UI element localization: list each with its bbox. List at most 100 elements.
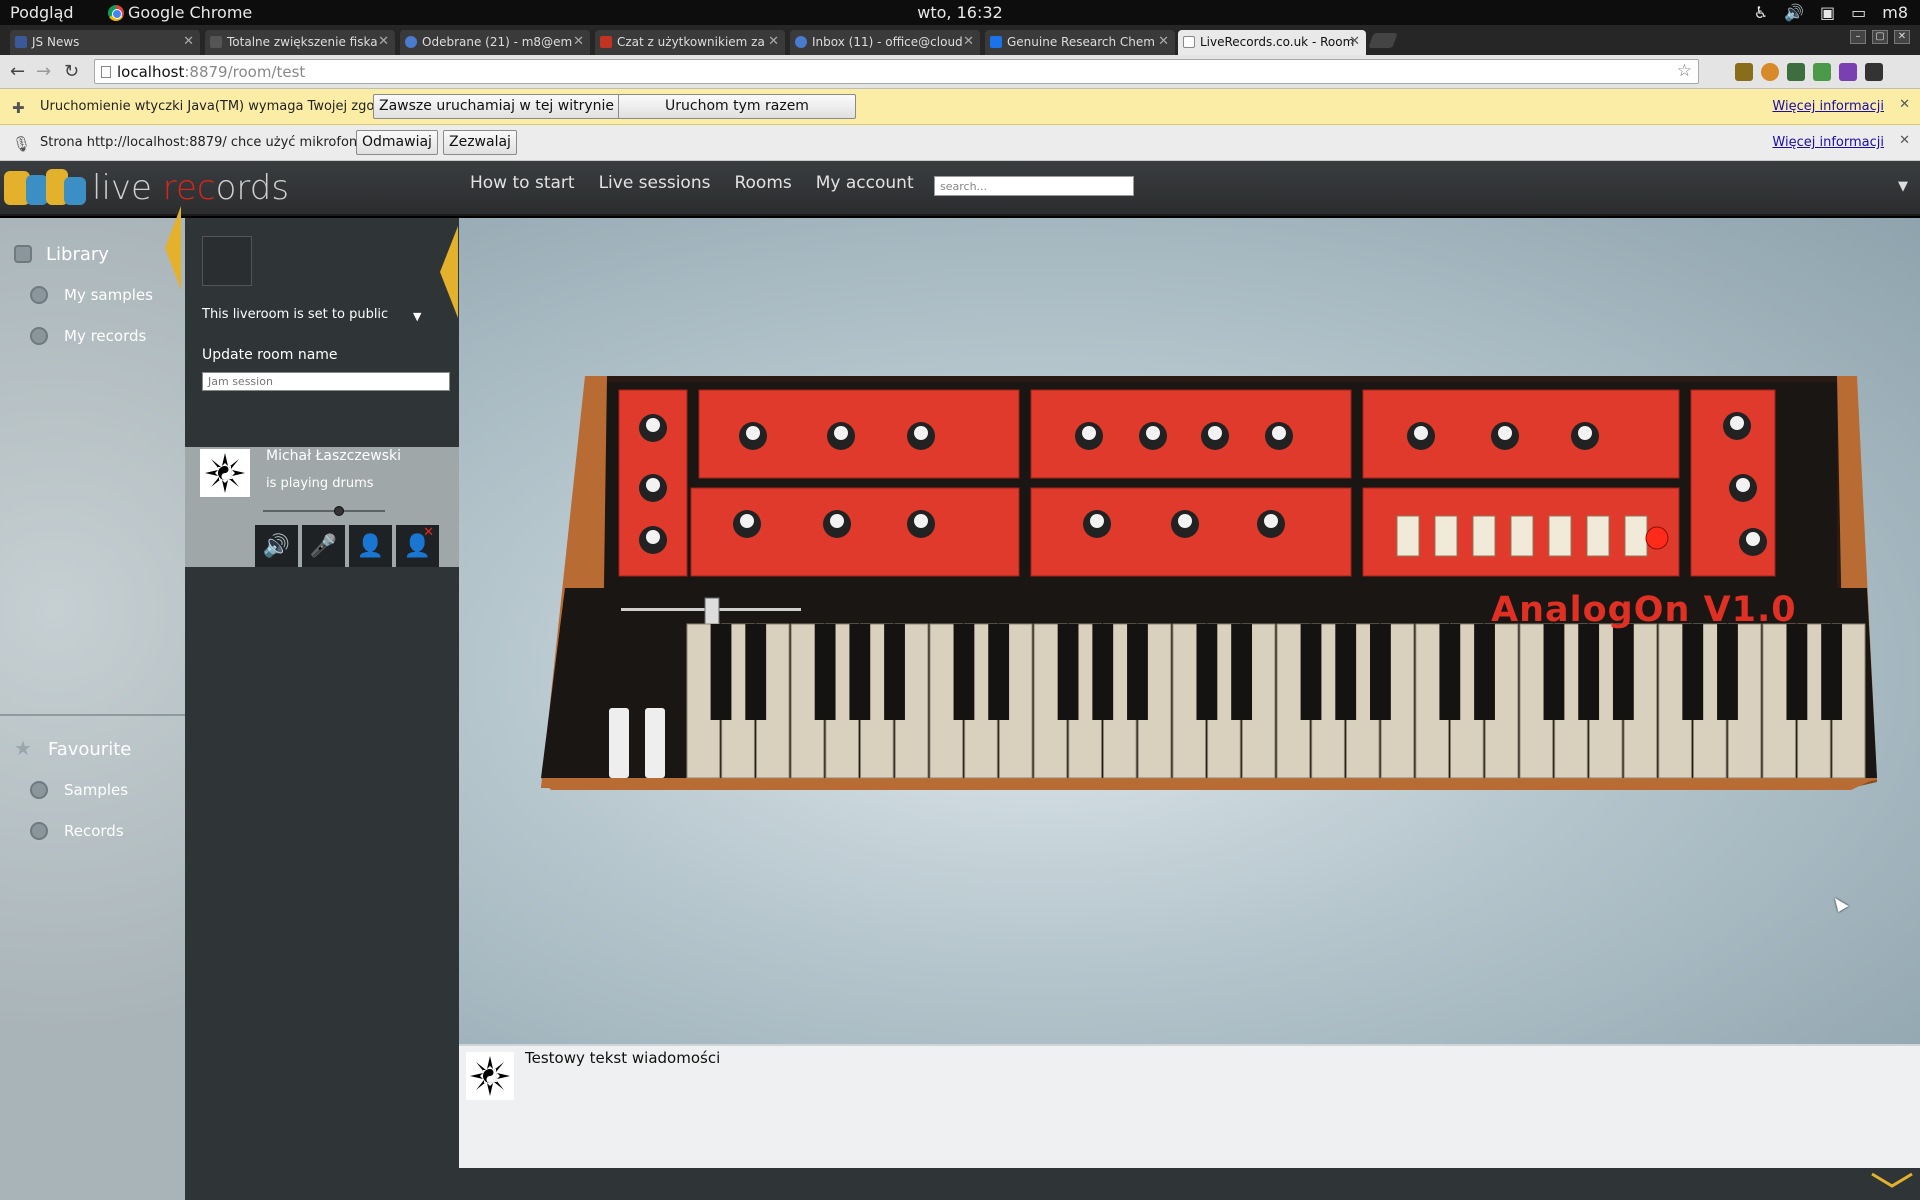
close-icon[interactable]: ✕ [1899, 133, 1910, 148]
knob-cap [1208, 426, 1222, 440]
bottom-bar [459, 1168, 1920, 1200]
volume-icon[interactable]: 🔊 [1784, 3, 1804, 22]
black-key [1127, 624, 1148, 720]
always-run-button[interactable]: Zawsze uruchamiaj w tej witrynie [373, 94, 621, 119]
user-name[interactable]: m8 [1882, 3, 1908, 22]
toolbar: ← → ↻ localhost:8879/room/test ☆ [0, 55, 1920, 89]
remove-user-icon[interactable]: 👤 ✕ [396, 525, 439, 567]
close-icon[interactable]: ✕ [1899, 97, 1910, 112]
black-key [745, 624, 767, 720]
tab-liverecords[interactable]: LiveRecords.co.uk - Room ✕ [1178, 30, 1366, 55]
clock[interactable]: wto, 16:32 [0, 3, 1920, 22]
nav-rooms[interactable]: Rooms [734, 173, 791, 193]
user-settings-icon[interactable]: 👤 [349, 525, 392, 567]
slider-handle[interactable] [333, 506, 344, 516]
tab-close-icon[interactable]: ✕ [378, 34, 389, 49]
site-icon [210, 36, 222, 48]
tab-odebrane[interactable]: Odebrane (21) - m8@em ✕ [400, 30, 590, 55]
nav-my-account[interactable]: My account [816, 173, 914, 193]
room-name-input[interactable]: Jam session [202, 372, 450, 391]
tab-totalne[interactable]: Totalne zwiększenie fiska ✕ [205, 30, 395, 55]
minimize-icon[interactable]: – [1850, 30, 1866, 44]
url-host: localhost [117, 63, 185, 81]
tab-inbox[interactable]: Inbox (11) - office@cloud ✕ [790, 30, 980, 55]
black-key [988, 624, 1010, 720]
collapse-arrow-icon[interactable] [440, 226, 458, 318]
deny-button[interactable]: Odmawiaj [356, 130, 438, 155]
knob-cap [646, 478, 660, 492]
knob-cap [1264, 514, 1278, 528]
black-key [849, 624, 871, 720]
back-icon[interactable]: ← [10, 61, 25, 82]
network-icon[interactable]: ▣ [1820, 3, 1835, 22]
tab-close-icon[interactable]: ✕ [183, 34, 194, 49]
mic-message: Strona http://localhost:8879/ chce użyć … [40, 135, 370, 150]
site-header: live records How to start Live sessions … [0, 161, 1920, 216]
url-path: :8879/room/test [184, 63, 306, 81]
sidebar-item-my-samples[interactable]: My samples [0, 274, 185, 315]
pen-icon[interactable] [1813, 63, 1831, 81]
tab-label: JS News [32, 35, 80, 49]
instrument-stage: AnalogOn V1.0 [459, 218, 1920, 1044]
extensions [1735, 63, 1883, 81]
black-key [1682, 624, 1704, 720]
run-once-button[interactable]: Uruchom tym razem [618, 94, 856, 119]
tab-genuine[interactable]: Genuine Research Chem ✕ [985, 30, 1175, 55]
favourite-heading[interactable]: ★ Favourite [0, 729, 185, 769]
tab-czat[interactable]: Czat z użytkownikiem za ✕ [595, 30, 785, 55]
tab-close-icon[interactable]: ✕ [573, 34, 584, 49]
power-icon[interactable]: ▭ [1851, 3, 1866, 22]
nav-live-sessions[interactable]: Live sessions [599, 173, 711, 193]
site-logo[interactable]: live records [2, 165, 289, 211]
search-input[interactable]: search... [934, 176, 1134, 196]
tab-close-icon[interactable]: ✕ [1158, 34, 1169, 49]
sidebar-item-records[interactable]: Records [0, 810, 185, 851]
microphone-icon[interactable]: 🎤 [302, 525, 345, 567]
tab-close-icon[interactable]: ✕ [1349, 34, 1360, 49]
black-key [1612, 624, 1634, 720]
tab-close-icon[interactable]: ✕ [963, 34, 974, 49]
favourite-section: ★ Favourite Samples Records [0, 729, 185, 851]
nav-how-to-start[interactable]: How to start [470, 173, 575, 193]
allow-button[interactable]: Zezwalaj [443, 130, 517, 155]
tab-js-news[interactable]: JS News ✕ [10, 30, 200, 55]
close-icon[interactable]: ✕ [1894, 30, 1910, 44]
chevron-down-icon[interactable] [1870, 1172, 1914, 1188]
bookmark-star-icon[interactable]: ☆ [1677, 61, 1692, 81]
chat-message: Testowy tekst wiadomości [525, 1049, 721, 1067]
extension-icon[interactable] [1787, 63, 1805, 81]
reload-icon[interactable]: ↻ [64, 61, 79, 82]
black-key [1786, 624, 1808, 720]
participant-volume-slider[interactable] [263, 506, 385, 516]
chevron-down-icon[interactable]: ▼ [1898, 179, 1908, 194]
sample-icon [30, 285, 48, 304]
collapse-arrow-icon[interactable] [165, 206, 181, 290]
music-icon[interactable] [1839, 63, 1857, 81]
synth-title: AnalogOn V1.0 [1491, 590, 1797, 630]
black-key [814, 624, 836, 720]
window-controls: – ▢ ✕ [1850, 30, 1910, 44]
extension-icon[interactable] [1735, 63, 1753, 81]
library-heading[interactable]: Library [0, 234, 185, 274]
sidebar-item-samples[interactable]: Samples [0, 769, 185, 810]
speaker-icon[interactable]: 🔊 [255, 525, 298, 567]
tab-close-icon[interactable]: ✕ [768, 34, 779, 49]
more-info-link[interactable]: Więcej informacji [1772, 135, 1884, 150]
address-bar[interactable]: localhost:8879/room/test ☆ [94, 59, 1699, 84]
forward-icon[interactable]: → [36, 61, 51, 82]
gmail-icon [600, 36, 612, 48]
room-thumbnail[interactable] [202, 236, 252, 286]
tab-strip: JS News ✕ Totalne zwiększenie fiska ✕ Od… [0, 25, 1920, 55]
accessibility-icon[interactable]: ♿ [1754, 3, 1768, 22]
more-info-link[interactable]: Więcej informacji [1772, 99, 1884, 114]
chevron-down-icon[interactable]: ▼ [413, 310, 421, 323]
maximize-icon[interactable]: ▢ [1872, 30, 1888, 44]
cookie-icon[interactable] [1761, 63, 1779, 81]
knob-cap [834, 426, 848, 440]
site-icon [990, 36, 1002, 48]
black-key [1092, 624, 1114, 720]
black-key [1057, 624, 1079, 720]
menu-icon[interactable] [1865, 63, 1883, 81]
visibility-select[interactable]: This liveroom is set to public [202, 307, 388, 322]
sidebar-item-my-records[interactable]: My records [0, 315, 185, 356]
